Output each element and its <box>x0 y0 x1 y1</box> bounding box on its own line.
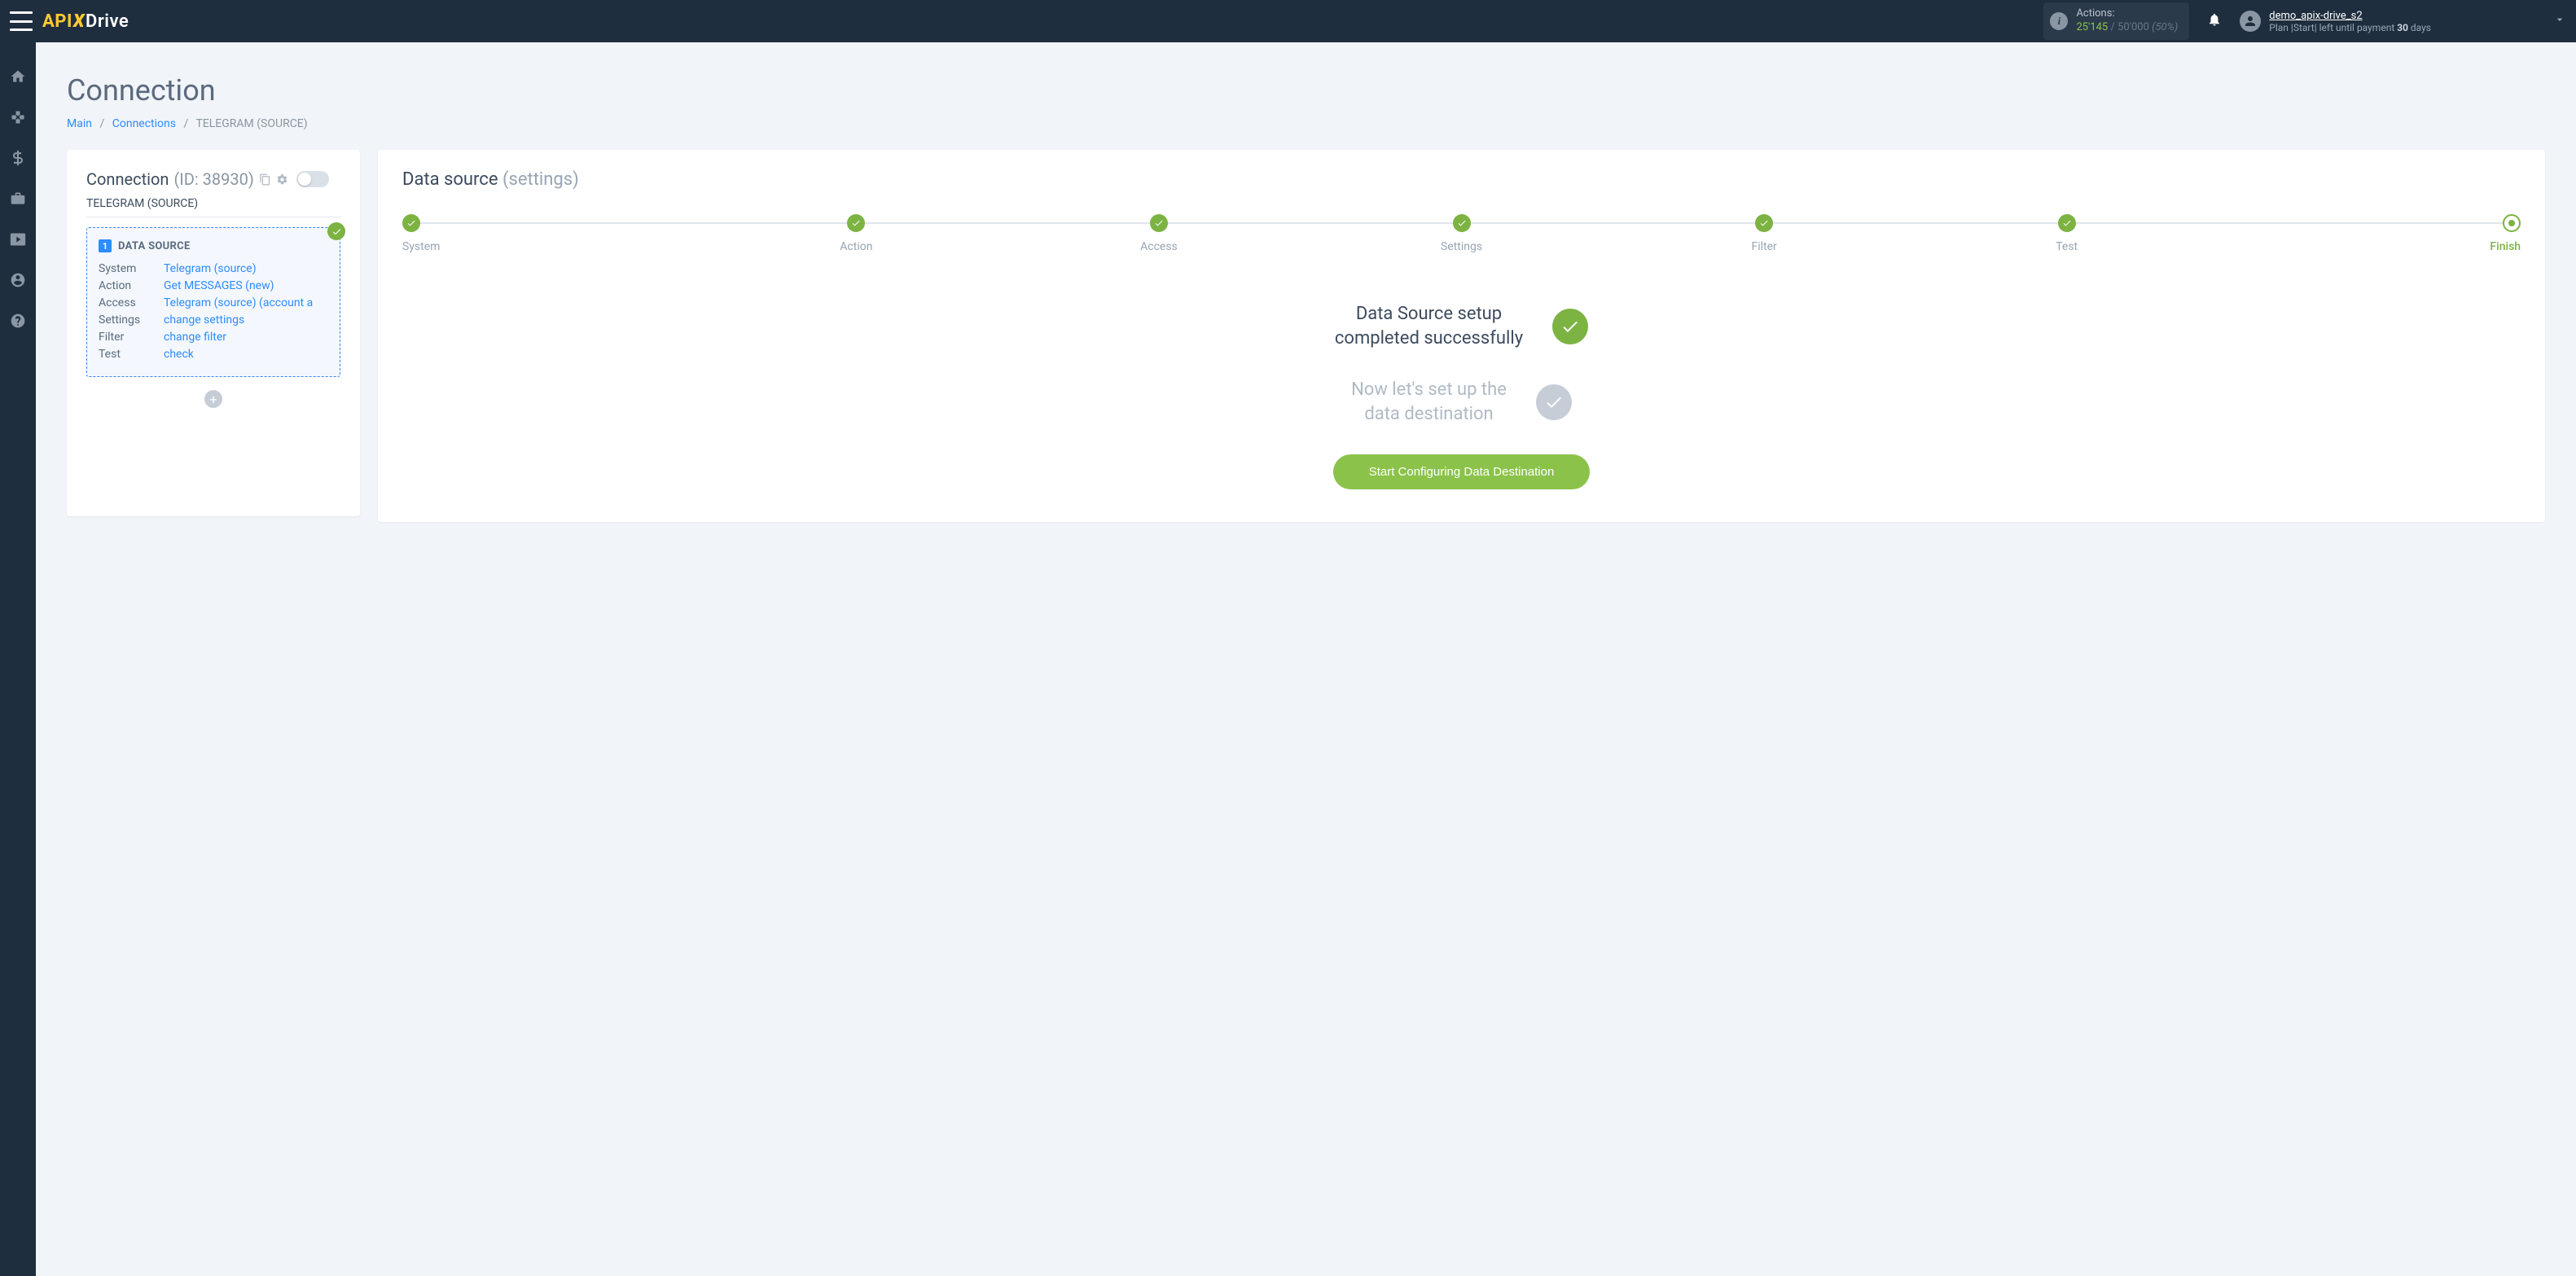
connection-id: (ID: 38930) <box>173 169 253 189</box>
wizard-step-filter[interactable]: Filter <box>1613 214 1916 253</box>
actions-used: 25'145 <box>2076 21 2108 33</box>
crumb-main[interactable]: Main <box>67 117 92 130</box>
wizard-card: Data source (settings) System Action Acces… <box>378 150 2545 522</box>
step-label: Filter <box>1751 240 1776 253</box>
step-label: Test <box>2056 240 2078 253</box>
side-nav <box>0 42 36 1276</box>
nav-briefcase-icon[interactable] <box>8 189 28 208</box>
info-icon: i <box>2050 12 2068 30</box>
wizard-step-test[interactable]: Test <box>1916 214 2218 253</box>
ds-row-key: Filter <box>99 329 164 346</box>
add-destination-button[interactable]: + <box>204 390 222 408</box>
step-label: System <box>402 240 440 253</box>
logo-text-drive: Drive <box>86 11 129 32</box>
wizard-step-settings[interactable]: Settings <box>1310 214 1613 253</box>
connection-summary-card: Connection (ID: 38930) TELEGRAM (SOURCE)… <box>67 150 360 516</box>
next-line1: Now let's set up the <box>1351 378 1507 402</box>
ds-row-value-link[interactable]: Telegram (source) (account a <box>164 295 313 312</box>
pending-checkmark-icon <box>1536 384 1572 420</box>
ds-row-value-link[interactable]: change settings <box>164 312 244 329</box>
wizard-step-access[interactable]: Access <box>1007 214 1310 253</box>
actions-sep: / <box>2110 21 2114 33</box>
step-done-icon <box>2058 214 2076 232</box>
actions-counter[interactable]: i Actions: 25'145 / 50'000 (50%) <box>2043 2 2189 40</box>
ds-row-value-link[interactable]: check <box>164 346 194 363</box>
user-name: demo_apix-drive_s2 <box>2269 10 2431 22</box>
actions-total: 50'000 <box>2117 21 2149 33</box>
ds-row-key: Test <box>99 346 164 363</box>
logo-text-api: API <box>42 11 72 32</box>
step-label: Settings <box>1441 240 1482 253</box>
ds-row: Settingschange settings <box>99 312 328 329</box>
crumb-current: TELEGRAM (SOURCE) <box>195 117 307 130</box>
step-done-icon <box>1453 214 1471 232</box>
user-plan: Plan |Start| left until payment 30 days <box>2269 22 2431 33</box>
nav-billing-icon[interactable] <box>8 148 28 168</box>
gear-icon[interactable] <box>276 173 288 186</box>
connection-title: Connection <box>86 169 169 189</box>
ds-row-key: Access <box>99 295 164 312</box>
wizard-title: Data source (settings) <box>402 169 2521 190</box>
wizard-steps: System Action Access Settings Filter Test Fini… <box>402 214 2521 253</box>
step-label: Action <box>840 240 872 253</box>
next-line2: data destination <box>1351 402 1507 427</box>
success-line1: Data Source setup <box>1335 302 1523 327</box>
ds-row-key: System <box>99 261 164 278</box>
page-title: Connection <box>67 73 2545 107</box>
expand-icon[interactable] <box>2553 13 2566 29</box>
step-current-icon <box>2503 214 2521 232</box>
ds-row: Testcheck <box>99 346 328 363</box>
ds-row-key: Settings <box>99 312 164 329</box>
wizard-step-action[interactable]: Action <box>705 214 1008 253</box>
ds-row: Filterchange filter <box>99 329 328 346</box>
ds-number-badge: 1 <box>99 239 112 252</box>
notifications-icon[interactable] <box>2207 12 2222 31</box>
nav-help-icon[interactable] <box>8 311 28 331</box>
ds-title: DATA SOURCE <box>118 240 191 252</box>
connection-title-row: Connection (ID: 38930) <box>86 169 340 189</box>
wizard-step-finish[interactable]: Finish <box>2218 214 2521 253</box>
start-destination-button[interactable]: Start Configuring Data Destination <box>1333 454 1591 489</box>
ds-row: AccessTelegram (source) (account a <box>99 295 328 312</box>
ds-row-value-link[interactable]: Get MESSAGES (new) <box>164 278 274 295</box>
ds-row-value-link[interactable]: change filter <box>164 329 226 346</box>
actions-pct: (50%) <box>2152 21 2178 33</box>
brand-logo[interactable]: API X Drive <box>42 11 129 32</box>
crumb-connections[interactable]: Connections <box>112 117 176 130</box>
actions-label: Actions: <box>2076 7 2178 21</box>
connection-subtitle: TELEGRAM (SOURCE) <box>86 189 340 217</box>
avatar-icon <box>2240 11 2261 32</box>
next-step-message: Now let's set up the data destination <box>402 378 2521 426</box>
menu-toggle-icon[interactable] <box>10 11 33 31</box>
copy-icon[interactable] <box>259 173 271 186</box>
success-message: Data Source setup completed successfully <box>402 302 2521 350</box>
checkmark-icon <box>1552 309 1588 344</box>
nav-connections-icon[interactable] <box>8 107 28 127</box>
wizard-step-system[interactable]: System <box>402 214 705 253</box>
step-label: Access <box>1140 240 1178 253</box>
ds-row-value-link[interactable]: Telegram (source) <box>164 261 257 278</box>
breadcrumb: Main / Connections / TELEGRAM (SOURCE) <box>67 117 2545 130</box>
user-menu[interactable]: demo_apix-drive_s2 Plan |Start| left unt… <box>2240 10 2431 33</box>
step-done-icon <box>847 214 865 232</box>
ds-complete-icon <box>327 222 345 240</box>
nav-account-icon[interactable] <box>8 270 28 290</box>
nav-video-icon[interactable] <box>8 230 28 249</box>
data-source-box[interactable]: 1 DATA SOURCE SystemTelegram (source)Act… <box>86 227 340 377</box>
step-done-icon <box>1150 214 1168 232</box>
nav-home-icon[interactable] <box>8 67 28 86</box>
ds-row: ActionGet MESSAGES (new) <box>99 278 328 295</box>
step-done-icon <box>1755 214 1773 232</box>
success-line2: completed successfully <box>1335 327 1523 351</box>
step-label: Finish <box>2490 240 2521 253</box>
step-done-icon <box>402 214 420 232</box>
top-header: API X Drive i Actions: 25'145 / 50'000 (… <box>0 0 2576 42</box>
ds-row: SystemTelegram (source) <box>99 261 328 278</box>
connection-toggle[interactable] <box>296 171 329 187</box>
ds-row-key: Action <box>99 278 164 295</box>
content-area: Connection Main / Connections / TELEGRAM… <box>36 0 2576 555</box>
logo-text-x: X <box>73 11 85 32</box>
